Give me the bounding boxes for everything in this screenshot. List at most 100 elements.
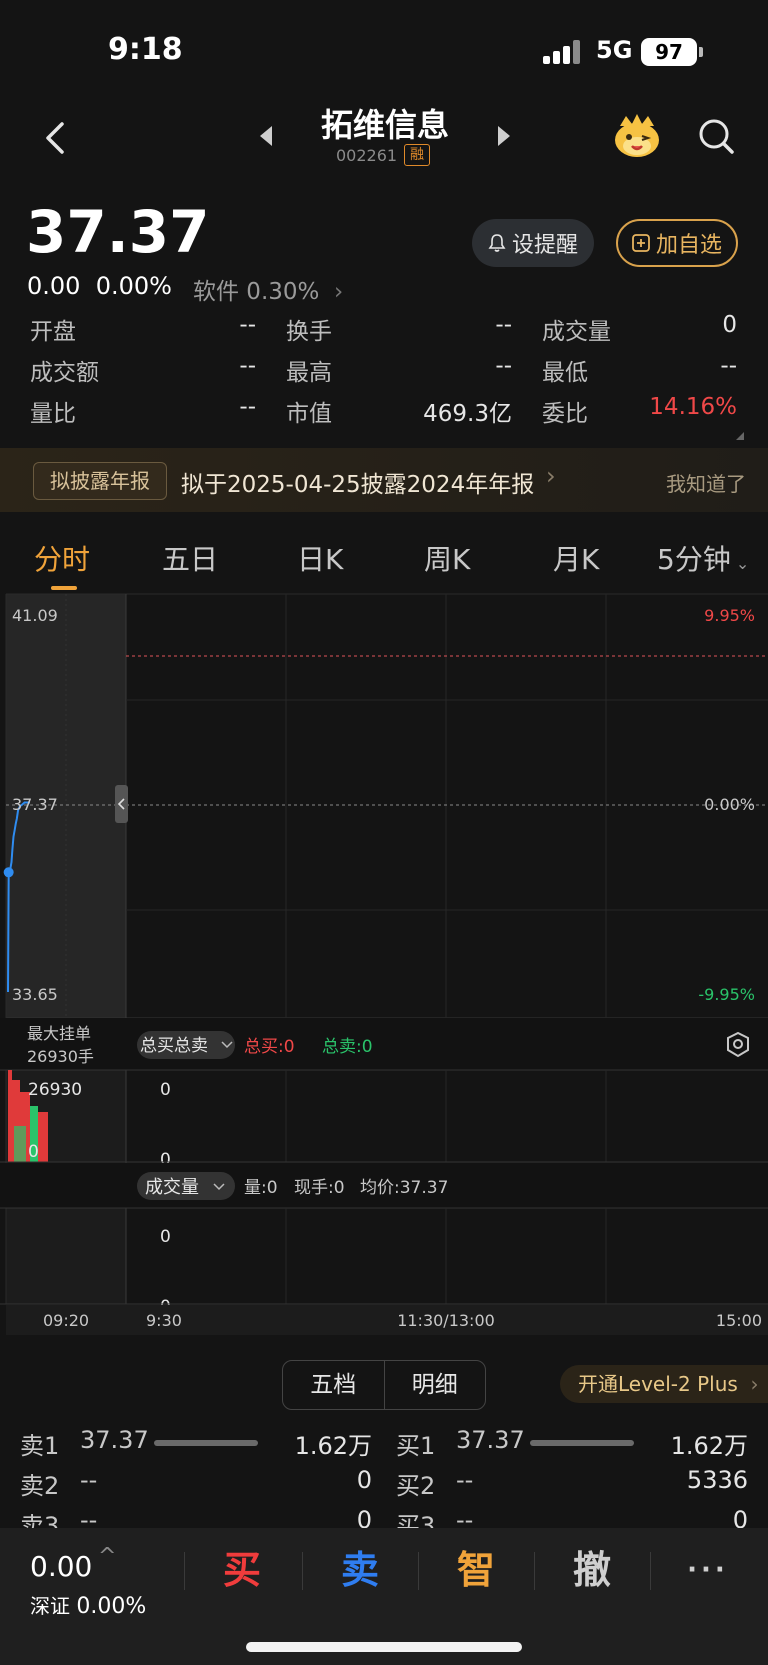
- quote-value: --: [239, 353, 256, 379]
- quote-label: 开盘: [30, 319, 76, 345]
- add-watchlist-label: 加自选: [655, 233, 722, 258]
- collapse-handle[interactable]: [115, 785, 128, 823]
- tab-five-day[interactable]: 五日: [162, 538, 218, 578]
- level2-label: 开通Level-2 Plus: [578, 1372, 738, 1396]
- smart-order-button[interactable]: 智: [418, 1538, 534, 1602]
- tab-detail[interactable]: 明细: [385, 1361, 486, 1409]
- chart-area[interactable]: 41.09 37.37 33.65 9.95% 0.00% -9.95% 最大挂…: [0, 592, 768, 1358]
- pct-axis-mid: 0.00%: [704, 795, 755, 814]
- buy-price: 37.37: [456, 1426, 525, 1454]
- pct-axis-top: 9.95%: [704, 606, 755, 625]
- order-book-segment: 五档 明细: [282, 1360, 486, 1410]
- total-buy: 总买:0: [244, 1037, 295, 1057]
- tab-intraday[interactable]: 分时: [34, 538, 90, 578]
- prev-stock-icon[interactable]: [256, 124, 276, 148]
- max-order-value: 26930手: [27, 1047, 94, 1066]
- change-percent: 0.00%: [95, 272, 172, 300]
- chevron-right-icon: ›: [546, 462, 556, 490]
- price-axis-mid: 37.37: [12, 795, 58, 814]
- volume-selector-label: 成交量: [145, 1177, 199, 1198]
- tab-5-minute[interactable]: 5分钟 ⌄: [657, 538, 749, 578]
- cancel-order-button[interactable]: 撤: [534, 1538, 650, 1602]
- average-price: 均价:37.37: [360, 1178, 448, 1198]
- intraday-chart[interactable]: 41.09 37.37 33.65 9.95% 0.00% -9.95% 最大挂…: [0, 592, 768, 1358]
- buy-price: --: [456, 1506, 474, 1530]
- quote-value: --: [720, 353, 737, 379]
- sector-link[interactable]: 软件 0.30% ›: [193, 272, 343, 306]
- sell-price: --: [80, 1466, 98, 1494]
- buy-volume: 5336: [686, 1466, 748, 1494]
- index-value: 0.00: [30, 1550, 93, 1583]
- sell-level: 卖1: [20, 1432, 60, 1460]
- search-icon[interactable]: [696, 116, 736, 156]
- home-indicator: [246, 1642, 522, 1652]
- index-name: 深证 0.00%: [30, 1590, 146, 1619]
- margin-badge: 融: [404, 144, 430, 166]
- network-type: 5G: [596, 36, 633, 64]
- nav-bar: 拓维信息 002261 融: [0, 100, 768, 180]
- price-change: 0.00 0.00%: [27, 272, 172, 300]
- quote-label: 成交额: [30, 360, 99, 386]
- quote-value: --: [239, 312, 256, 338]
- dismiss-button[interactable]: 我知道了: [666, 468, 746, 497]
- index-name-label: 深证: [30, 1594, 70, 1618]
- quote-label: 换手: [286, 319, 332, 345]
- buy-volume: 1.62万: [670, 1432, 748, 1460]
- order-selector-label: 总买总卖: [140, 1036, 208, 1056]
- quote-value: 14.16%: [649, 394, 737, 420]
- level2-upgrade-button[interactable]: 开通Level-2 Plus ›: [560, 1365, 768, 1403]
- buy-row: 买1 37.37 1.62万: [396, 1426, 748, 1466]
- price-axis-top: 41.09: [12, 606, 58, 625]
- add-watchlist-button[interactable]: 加自选: [616, 219, 738, 267]
- buy-row: 买2 -- 5336: [396, 1466, 748, 1506]
- tab-weekly-k[interactable]: 周K: [424, 538, 470, 578]
- sell-row: 卖1 37.37 1.62万: [20, 1426, 372, 1466]
- quote-label: 最高: [286, 360, 332, 386]
- tab-daily-k[interactable]: 日K: [297, 538, 343, 578]
- current-price: 37.37: [26, 198, 210, 266]
- time-label-open: 9:30: [146, 1311, 182, 1330]
- buy-price: --: [456, 1466, 474, 1494]
- time-label-noon: 11:30/13:00: [397, 1311, 495, 1330]
- more-icon[interactable]: ···: [650, 1538, 766, 1602]
- order-right-max: 0: [160, 1080, 171, 1100]
- next-stock-icon[interactable]: [494, 124, 514, 148]
- buy-volume-bar: [530, 1440, 634, 1446]
- order-left-min: 0: [28, 1142, 39, 1162]
- max-order-label: 最大挂单: [27, 1024, 91, 1043]
- quote-value: --: [239, 394, 256, 420]
- buy-button[interactable]: 买: [184, 1538, 300, 1602]
- set-alert-button[interactable]: 设提醒: [472, 219, 594, 267]
- bottom-action-bar: 0.00 ^ 深证 0.00% 买 卖 智 撤 ···: [0, 1528, 768, 1665]
- quote-label: 委比: [542, 401, 588, 427]
- tab-underline: [51, 586, 77, 590]
- sell-row: 卖2 -- 0: [20, 1466, 372, 1506]
- plus-square-icon: [632, 234, 650, 252]
- tab-five-levels[interactable]: 五档: [283, 1361, 385, 1409]
- sell-button[interactable]: 卖: [302, 1538, 418, 1602]
- chevron-right-icon: ›: [744, 1372, 759, 1396]
- total-sell: 总卖:0: [322, 1037, 373, 1057]
- tab-monthly-k[interactable]: 月K: [553, 538, 599, 578]
- back-icon[interactable]: [36, 118, 76, 158]
- auction-volume-panel: [6, 1208, 126, 1304]
- stock-name: 拓维信息: [320, 106, 449, 144]
- notice-banner[interactable]: 拟披露年报 拟于2025-04-25披露2024年年报 › 我知道了: [0, 448, 768, 512]
- sell-price: 37.37: [80, 1426, 149, 1454]
- sell-row: 卖3 -- 0: [20, 1506, 372, 1530]
- time-label-pre: 09:20: [43, 1311, 89, 1330]
- quote-label: 成交量: [542, 319, 611, 345]
- sell-level: 卖2: [20, 1472, 60, 1500]
- quote-label: 最低: [542, 360, 588, 386]
- mascot-icon[interactable]: [612, 112, 662, 160]
- price-axis-bottom: 33.65: [12, 985, 58, 1004]
- volume-right-max: 0: [160, 1227, 171, 1247]
- auction-price-dot: [3, 867, 14, 878]
- expand-corner-icon[interactable]: [736, 432, 744, 440]
- order-left-max: 26930: [28, 1080, 82, 1100]
- index-percent: 0.00%: [76, 1594, 147, 1619]
- quote-label: 市值: [286, 401, 332, 427]
- signal-icon: [543, 40, 583, 64]
- pct-axis-bottom: -9.95%: [698, 985, 755, 1004]
- volume-value: 量:0: [244, 1178, 278, 1198]
